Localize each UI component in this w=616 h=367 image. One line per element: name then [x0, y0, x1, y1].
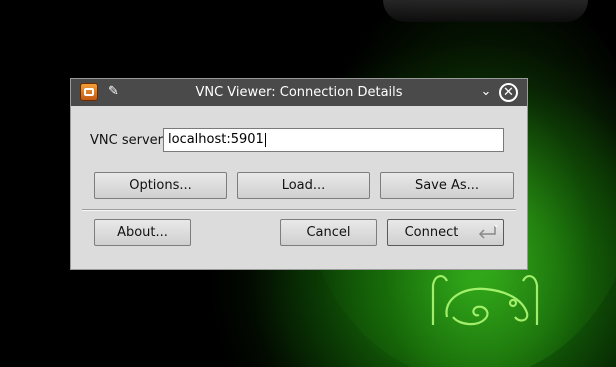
vnc-server-input[interactable]: localhost:5901: [163, 128, 504, 152]
vnc-app-icon[interactable]: [80, 83, 98, 101]
lightbulb-cap: [383, 0, 588, 22]
close-icon[interactable]: ✕: [499, 83, 518, 102]
options-button[interactable]: Options...: [94, 172, 227, 199]
chameleon-logo: [431, 275, 539, 326]
text-caret: [264, 132, 266, 147]
pin-icon[interactable]: ✎: [108, 84, 122, 100]
connection-details-dialog: ✎ VNC Viewer: Connection Details ⌄ ✕ VNC…: [70, 78, 528, 270]
cancel-button[interactable]: Cancel: [280, 219, 377, 246]
about-button[interactable]: About...: [94, 219, 191, 246]
load-button[interactable]: Load...: [237, 172, 370, 199]
save-as-button[interactable]: Save As...: [380, 172, 514, 199]
window-title: VNC Viewer: Connection Details: [195, 85, 403, 100]
title-bar[interactable]: ✎ VNC Viewer: Connection Details ⌄ ✕: [71, 79, 527, 106]
connect-label: Connect: [404, 225, 459, 240]
vnc-server-value: localhost:5901: [168, 132, 264, 147]
vnc-server-label: VNC server:: [90, 133, 168, 148]
chevron-down-icon[interactable]: ⌄: [477, 83, 495, 101]
separator: [82, 209, 516, 211]
connect-button[interactable]: Connect: [387, 219, 504, 246]
enter-arrow-icon: [478, 225, 497, 239]
